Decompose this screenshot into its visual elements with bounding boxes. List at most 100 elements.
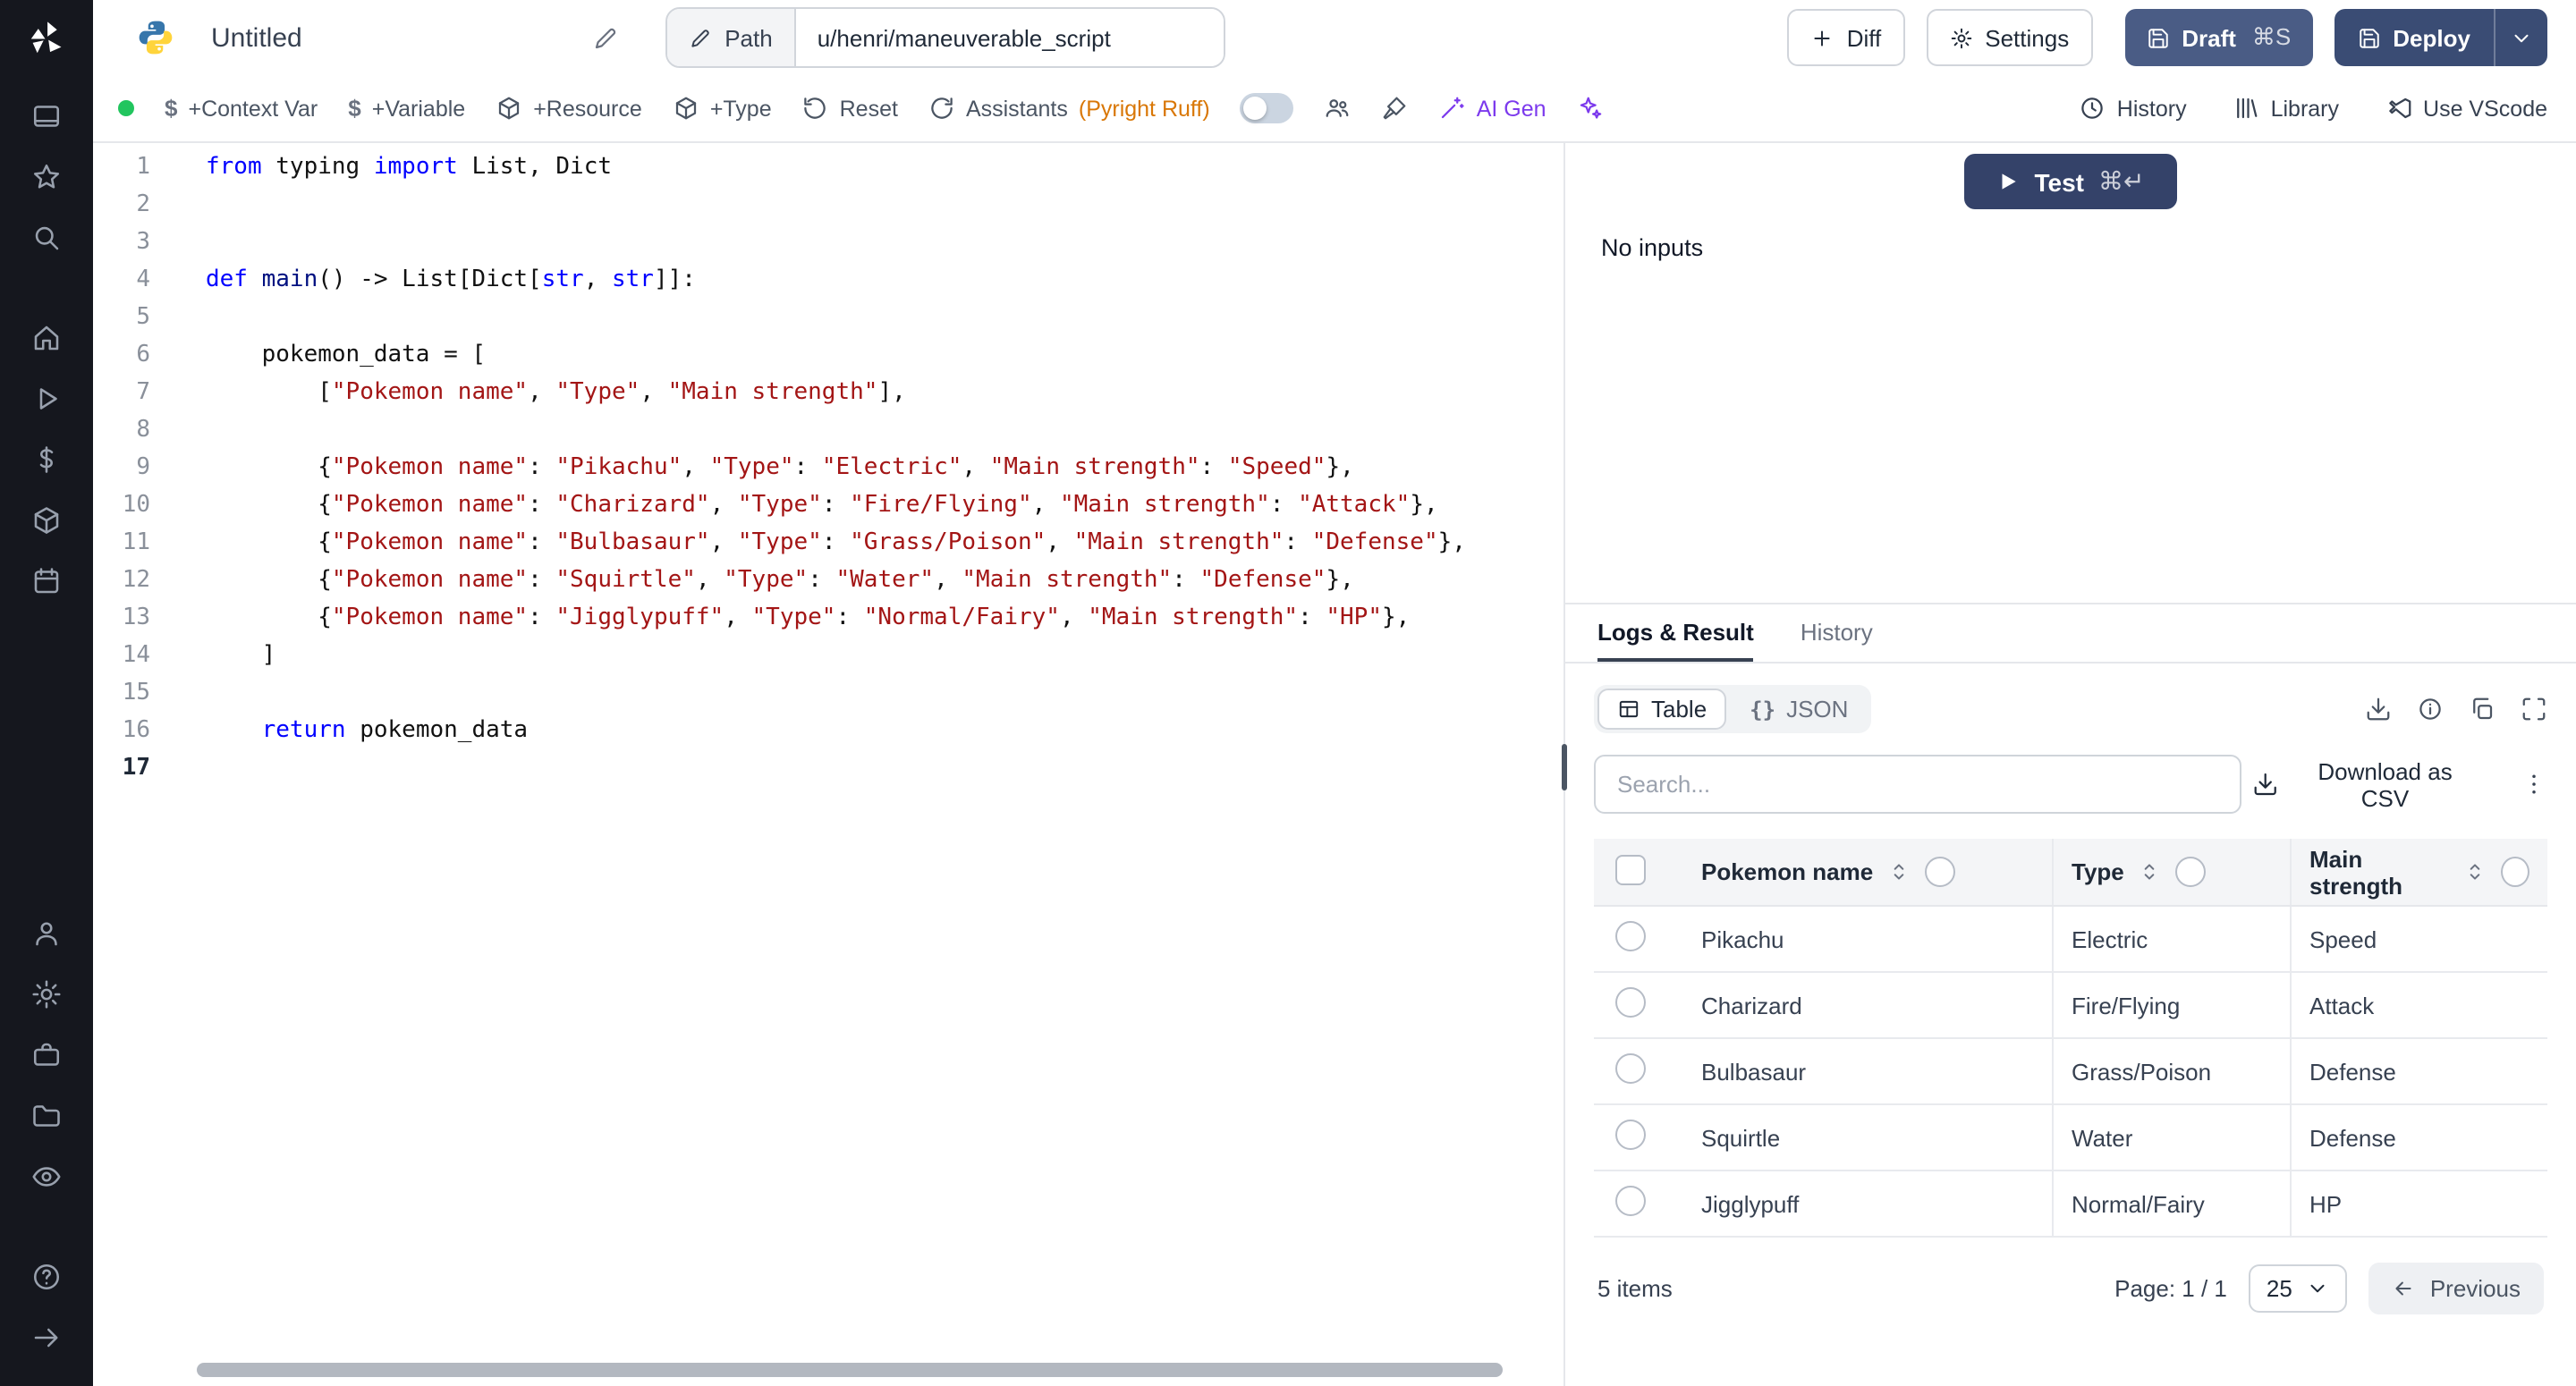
deploy-button[interactable]: Deploy bbox=[2334, 9, 2494, 66]
multiplayer-toggle[interactable] bbox=[1241, 93, 1294, 123]
help-icon[interactable] bbox=[14, 1247, 79, 1307]
test-button[interactable]: Test ⌘↵ bbox=[1965, 154, 2177, 209]
format-brush-icon[interactable] bbox=[1382, 95, 1409, 122]
home-icon[interactable] bbox=[14, 308, 79, 368]
ai-gen-button[interactable]: AI Gen bbox=[1439, 95, 1546, 122]
search-input[interactable] bbox=[1594, 755, 2241, 814]
diff-button[interactable]: Diff bbox=[1788, 9, 1905, 66]
reset-label: Reset bbox=[840, 96, 898, 121]
settings-button[interactable]: Settings bbox=[1926, 9, 2092, 66]
sparkles-icon[interactable] bbox=[1577, 95, 1604, 122]
row-select-circle[interactable] bbox=[1615, 1120, 1646, 1150]
table-row[interactable]: CharizardFire/FlyingAttack bbox=[1594, 972, 2547, 1038]
dashboard-icon[interactable] bbox=[14, 86, 79, 147]
code-line[interactable]: {"Pokemon name": "Jigglypuff", "Type": "… bbox=[206, 599, 1563, 637]
maximize-icon[interactable] bbox=[2521, 696, 2547, 723]
audit-eye-icon[interactable] bbox=[14, 1146, 79, 1207]
table-row[interactable]: SquirtleWaterDefense bbox=[1594, 1104, 2547, 1170]
add-variable-button[interactable]: $ +Variable bbox=[348, 95, 465, 122]
line-number: 11 bbox=[93, 524, 175, 562]
folders-icon[interactable] bbox=[14, 1086, 79, 1146]
code-editor[interactable]: 1234567891011121314151617 from typing im… bbox=[93, 143, 1563, 1386]
multiplayer-users-icon[interactable] bbox=[1325, 95, 1352, 122]
column-filter-circle[interactable] bbox=[1925, 857, 1955, 887]
info-icon[interactable] bbox=[2417, 696, 2444, 723]
expand-sidebar-icon[interactable] bbox=[14, 1307, 79, 1368]
editor-toolbar: $ +Context Var $ +Variable +Resource +Ty… bbox=[93, 75, 2576, 143]
edit-pencil-icon[interactable] bbox=[592, 24, 619, 51]
sort-icon[interactable] bbox=[2463, 860, 2487, 883]
code-line[interactable] bbox=[206, 299, 1563, 336]
code-line[interactable]: def main() -> List[Dict[str, str]]: bbox=[206, 261, 1563, 299]
add-type-button[interactable]: +Type bbox=[673, 95, 772, 122]
row-select-circle[interactable] bbox=[1615, 987, 1646, 1018]
table-row[interactable]: BulbasaurGrass/PoisonDefense bbox=[1594, 1038, 2547, 1104]
code-line[interactable]: {"Pokemon name": "Bulbasaur", "Type": "G… bbox=[206, 524, 1563, 562]
code-line[interactable]: ] bbox=[206, 637, 1563, 674]
resources-cube-icon[interactable] bbox=[14, 490, 79, 551]
tab-history[interactable]: History bbox=[1801, 604, 1873, 662]
previous-page-button[interactable]: Previous bbox=[2369, 1263, 2544, 1314]
sort-icon[interactable] bbox=[2139, 860, 2162, 883]
more-options-icon[interactable] bbox=[2521, 771, 2547, 798]
add-context-var-button[interactable]: $ +Context Var bbox=[165, 95, 318, 122]
download-result-icon[interactable] bbox=[2365, 696, 2392, 723]
code-line[interactable] bbox=[206, 224, 1563, 261]
result-table-body: PikachuElectricSpeedCharizardFire/Flying… bbox=[1594, 906, 2547, 1237]
code-line[interactable] bbox=[206, 186, 1563, 224]
column-filter-circle[interactable] bbox=[2501, 857, 2529, 887]
horizontal-scrollbar[interactable] bbox=[197, 1363, 1503, 1377]
table-row[interactable]: JigglypuffNormal/FairyHP bbox=[1594, 1170, 2547, 1237]
code-line[interactable] bbox=[206, 749, 1563, 787]
variables-dollar-icon[interactable] bbox=[14, 429, 79, 490]
code-line[interactable]: return pokemon_data bbox=[206, 712, 1563, 749]
use-vscode-button[interactable]: Use VScode bbox=[2385, 95, 2547, 122]
reset-icon bbox=[802, 95, 829, 122]
code-lines[interactable]: from typing import List, Dict def main() … bbox=[175, 143, 1563, 1386]
deploy-dropdown-button[interactable] bbox=[2494, 9, 2547, 66]
windmill-logo-icon[interactable] bbox=[27, 18, 66, 57]
schedules-calendar-icon[interactable] bbox=[14, 551, 79, 612]
code-line[interactable]: ["Pokemon name", "Type", "Main strength"… bbox=[206, 374, 1563, 411]
code-line[interactable]: {"Pokemon name": "Pikachu", "Type": "Ele… bbox=[206, 449, 1563, 486]
tab-logs-result[interactable]: Logs & Result bbox=[1597, 604, 1754, 662]
runs-play-icon[interactable] bbox=[14, 368, 79, 429]
sort-icon[interactable] bbox=[1887, 860, 1911, 883]
download-csv-button[interactable]: Download as CSV bbox=[2241, 756, 2488, 813]
table-row[interactable]: PikachuElectricSpeed bbox=[1594, 906, 2547, 972]
reset-button[interactable]: Reset bbox=[802, 95, 898, 122]
add-resource-button[interactable]: +Resource bbox=[496, 95, 642, 122]
line-number: 7 bbox=[93, 374, 175, 411]
page-indicator: Page: 1 / 1 bbox=[2114, 1275, 2227, 1302]
library-button[interactable]: Library bbox=[2233, 95, 2339, 122]
code-line[interactable]: {"Pokemon name": "Charizard", "Type": "F… bbox=[206, 486, 1563, 524]
code-line[interactable]: from typing import List, Dict bbox=[206, 148, 1563, 186]
column-filter-circle[interactable] bbox=[2176, 857, 2207, 887]
previous-label: Previous bbox=[2430, 1275, 2521, 1302]
star-favorites-icon[interactable] bbox=[14, 147, 79, 207]
view-table-button[interactable]: Table bbox=[1597, 689, 1726, 730]
assistants-button[interactable]: Assistants (Pyright Ruff) bbox=[928, 95, 1210, 122]
workers-briefcase-icon[interactable] bbox=[14, 1025, 79, 1086]
settings-gear-icon[interactable] bbox=[14, 964, 79, 1025]
history-button[interactable]: History bbox=[2080, 95, 2187, 122]
path-value-input[interactable]: u/henri/maneuverable_script bbox=[796, 9, 1224, 66]
code-line[interactable] bbox=[206, 411, 1563, 449]
code-line[interactable] bbox=[206, 674, 1563, 712]
draft-button[interactable]: Draft ⌘S bbox=[2124, 9, 2312, 66]
search-icon[interactable] bbox=[14, 207, 79, 268]
path-button[interactable]: Path bbox=[667, 9, 796, 66]
row-select-circle[interactable] bbox=[1615, 1053, 1646, 1084]
row-select-circle[interactable] bbox=[1615, 921, 1646, 951]
view-json-button[interactable]: {} JSON bbox=[1730, 689, 1868, 730]
copy-icon[interactable] bbox=[2469, 696, 2496, 723]
panel-splitter[interactable] bbox=[1563, 143, 1565, 1386]
row-select-circle[interactable] bbox=[1615, 1186, 1646, 1216]
page-size-select[interactable]: 25 bbox=[2249, 1264, 2348, 1313]
code-line[interactable]: pokemon_data = [ bbox=[206, 336, 1563, 374]
splitter-handle[interactable] bbox=[1562, 744, 1567, 790]
line-number: 2 bbox=[93, 186, 175, 224]
user-icon[interactable] bbox=[14, 903, 79, 964]
code-line[interactable]: {"Pokemon name": "Squirtle", "Type": "Wa… bbox=[206, 562, 1563, 599]
select-all-checkbox[interactable] bbox=[1615, 854, 1646, 884]
